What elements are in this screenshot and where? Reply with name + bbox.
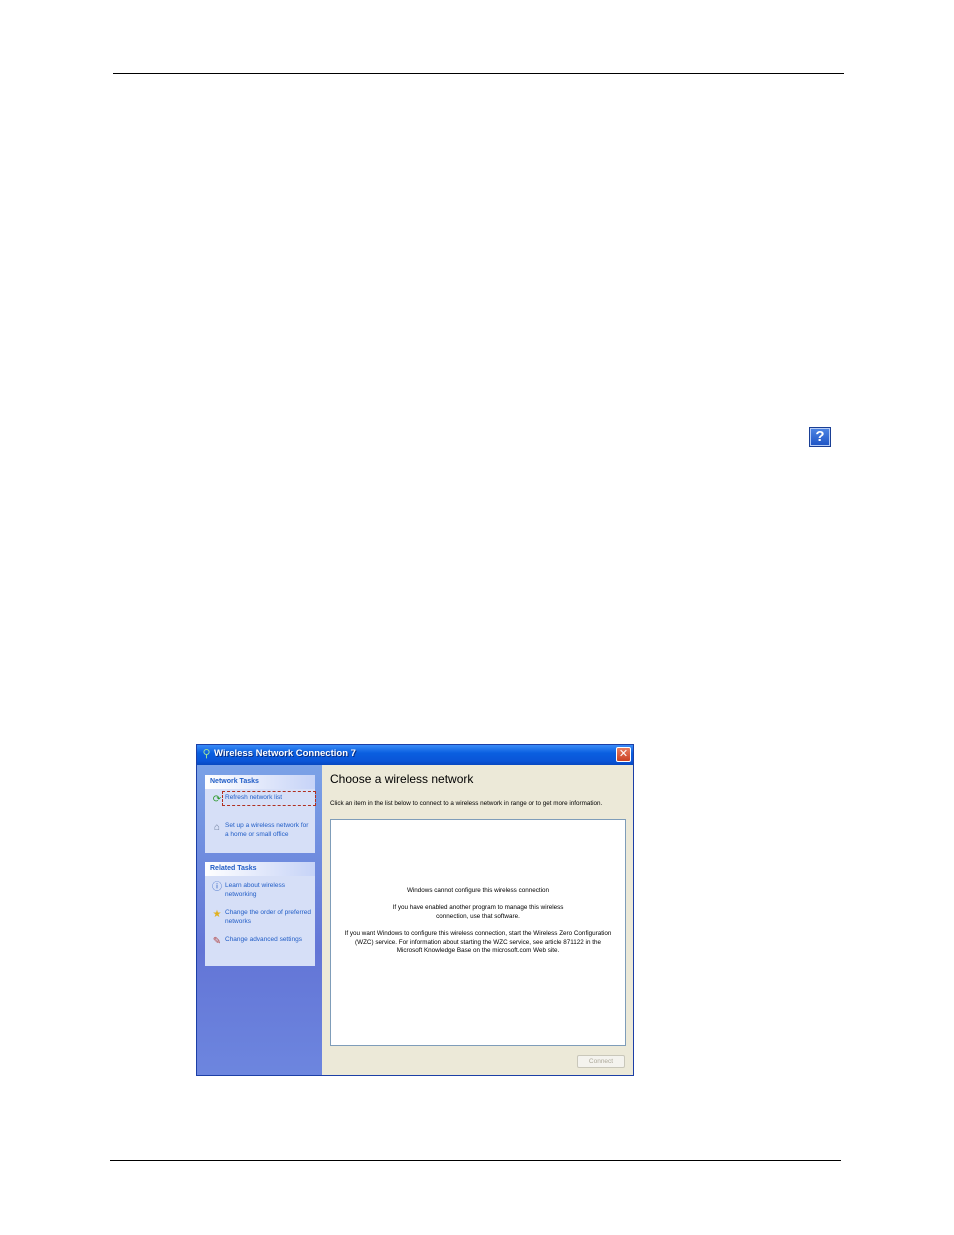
change-advanced-settings-link[interactable]: ✎ Change advanced settings: [211, 936, 311, 960]
footer-rule: [110, 1160, 841, 1161]
network-list[interactable]: Windows cannot configure this wireless c…: [330, 819, 626, 1046]
related-tasks-heading: Related Tasks: [205, 862, 315, 876]
wzc-service-message: If you want Windows to configure this wi…: [344, 930, 612, 954]
window-title: Wireless Network Connection 7: [214, 748, 356, 759]
change-order-label: Change the order of preferred networks: [225, 909, 311, 925]
info-icon: ⓘ: [212, 882, 222, 893]
header-rule: [113, 73, 844, 74]
page-title: Choose a wireless network: [330, 772, 474, 786]
network-tasks-panel: Network Tasks ⟳ Refresh network list ⌂ S…: [205, 775, 316, 853]
network-tasks-heading: Network Tasks: [205, 775, 315, 789]
learn-wireless-label: Learn about wireless networking: [225, 882, 285, 898]
change-advanced-settings-label: Change advanced settings: [225, 936, 302, 943]
settings-icon: ✎: [212, 936, 222, 947]
instruction-text: Click an item in the list below to conne…: [330, 800, 603, 807]
other-program-message: If you have enabled another program to m…: [392, 904, 564, 920]
related-tasks-panel: Related Tasks ⓘ Learn about wireless net…: [205, 862, 315, 966]
refresh-icon: ⟳: [212, 794, 222, 805]
help-icon: ?: [809, 427, 831, 447]
refresh-network-list-label: Refresh network list: [222, 791, 316, 806]
refresh-network-list-link[interactable]: ⟳ Refresh network list: [211, 791, 316, 818]
main-content: Choose a wireless network Click an item …: [322, 765, 633, 1075]
close-button[interactable]: ✕: [616, 747, 631, 762]
star-icon: ★: [212, 909, 222, 920]
wireless-network-icon: ⚲: [202, 748, 211, 760]
wireless-network-window: ⚲ Wireless Network Connection 7 ✕ Networ…: [196, 744, 634, 1076]
setup-wireless-network-link[interactable]: ⌂ Set up a wireless network for a home o…: [211, 822, 311, 846]
task-sidebar: Network Tasks ⟳ Refresh network list ⌂ S…: [197, 765, 322, 1075]
wireless-setup-icon: ⌂: [213, 822, 221, 833]
title-bar[interactable]: ⚲ Wireless Network Connection 7 ✕: [197, 745, 633, 765]
setup-wireless-network-label: Set up a wireless network for a home or …: [225, 822, 309, 838]
connect-button[interactable]: Connect: [577, 1055, 625, 1068]
learn-wireless-link[interactable]: ⓘ Learn about wireless networking: [211, 882, 311, 906]
cannot-configure-message: Windows cannot configure this wireless c…: [406, 887, 550, 894]
change-order-link[interactable]: ★ Change the order of preferred networks: [211, 909, 311, 933]
